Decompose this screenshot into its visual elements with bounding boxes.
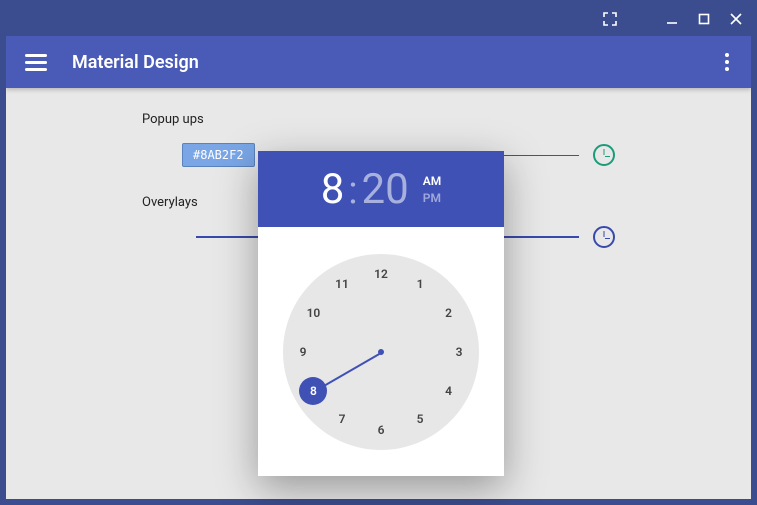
section-label-popups: Popup ups xyxy=(142,112,615,127)
clock-dial[interactable]: 12 12 3 45678 9 1011 xyxy=(283,254,479,450)
clock-number-12[interactable]: 12 xyxy=(367,260,395,288)
hamburger-icon[interactable] xyxy=(22,48,50,76)
overflow-menu-icon[interactable] xyxy=(719,47,735,77)
clock-button-blue[interactable] xyxy=(593,226,615,248)
time-picker-body: 12 12 3 45678 9 1011 xyxy=(258,227,504,476)
pm-button[interactable]: PM xyxy=(423,191,442,205)
color-chip[interactable]: #8AB2F2 xyxy=(182,143,255,167)
close-icon[interactable] xyxy=(725,8,747,30)
ampm-toggle: AM PM xyxy=(423,174,442,205)
clock-number-10[interactable]: 10 xyxy=(299,299,327,327)
minute-display[interactable]: 20 xyxy=(362,165,409,214)
clock-number-4[interactable]: 4 xyxy=(435,377,463,405)
time-picker-overlay: 8 : 20 AM PM 121234567891011 xyxy=(258,151,504,476)
time-display: 8 : 20 xyxy=(321,165,409,214)
clock-button-green[interactable] xyxy=(593,144,615,166)
fullscreen-icon[interactable] xyxy=(599,8,621,30)
clock-number-5[interactable]: 5 xyxy=(406,405,434,433)
clock-number-11[interactable]: 11 xyxy=(328,270,356,298)
time-picker-header: 8 : 20 AM PM xyxy=(258,151,504,227)
clock-pivot xyxy=(378,349,384,355)
time-colon: : xyxy=(348,169,357,213)
titlebar xyxy=(2,2,755,36)
clock-number-2[interactable]: 2 xyxy=(435,299,463,327)
am-button[interactable]: AM xyxy=(423,174,442,188)
app-window: Material Design Popup ups #8AB2F2 Overyl… xyxy=(0,0,757,505)
clock-hand xyxy=(318,352,381,390)
clock-number-1[interactable]: 1 xyxy=(406,270,434,298)
hour-display[interactable]: 8 xyxy=(321,165,345,214)
clock-number-9[interactable]: 9 xyxy=(289,338,317,366)
maximize-icon[interactable] xyxy=(693,8,715,30)
clock-number-8[interactable]: 8 xyxy=(299,377,327,405)
minimize-icon[interactable] xyxy=(661,8,683,30)
appbar: Material Design xyxy=(6,36,751,88)
clock-number-6[interactable]: 6 xyxy=(367,416,395,444)
clock-number-7[interactable]: 7 xyxy=(328,405,356,433)
appbar-title: Material Design xyxy=(72,52,199,73)
clock-number-3[interactable]: 3 xyxy=(445,338,473,366)
